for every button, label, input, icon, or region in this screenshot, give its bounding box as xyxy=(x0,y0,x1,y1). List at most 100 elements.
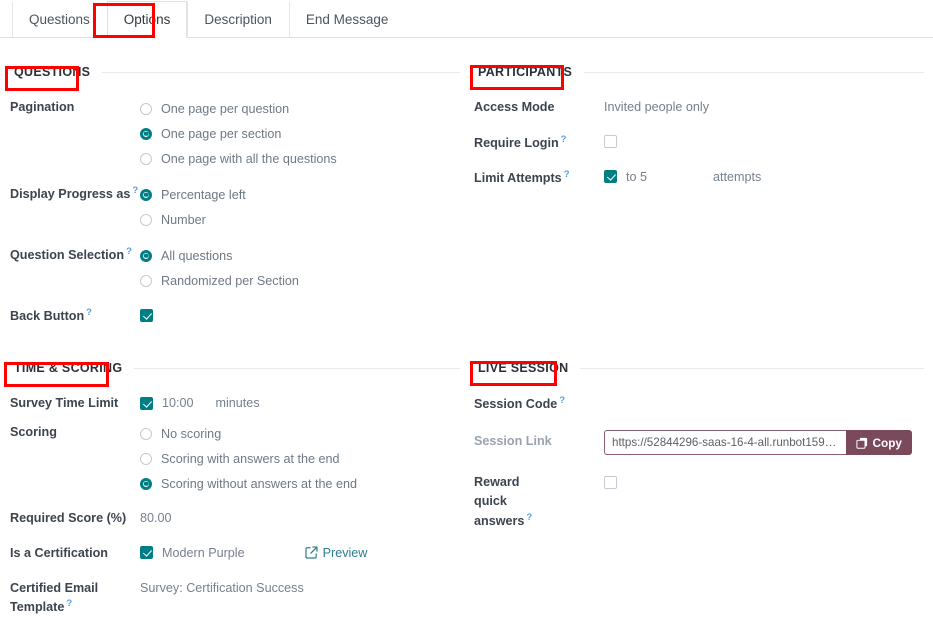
radio-scoring-with-answers[interactable]: Scoring with answers at the end xyxy=(140,446,460,471)
tab-description[interactable]: Description xyxy=(187,0,289,37)
scoring-label: Scoring xyxy=(10,425,57,439)
reward-quick-answers-value xyxy=(604,471,924,493)
field-require-login: Require Login? xyxy=(474,131,924,153)
help-icon[interactable]: ? xyxy=(132,185,138,196)
session-code-value-wrap xyxy=(604,392,924,394)
required-score-value[interactable]: 80.00 xyxy=(140,507,460,529)
field-limit-attempts: Limit Attempts? to 5 attempts xyxy=(474,166,924,188)
question-selection-options: All questions Randomized per Section xyxy=(140,243,460,293)
radio-one-page-per-question[interactable]: One page per question xyxy=(140,96,460,121)
tab-end-message[interactable]: End Message xyxy=(288,0,406,37)
tab-options-label: Options xyxy=(123,11,171,27)
field-survey-time-limit: Survey Time Limit 10:00 minutes xyxy=(10,392,460,414)
back-button-checkbox[interactable] xyxy=(140,308,153,322)
require-login-value xyxy=(604,131,924,153)
help-icon[interactable]: ? xyxy=(66,598,72,609)
tab-description-label: Description xyxy=(204,11,272,27)
radio-percentage-left[interactable]: Percentage left xyxy=(140,182,460,207)
radio-one-page-all-questions[interactable]: One page with all the questions xyxy=(140,146,460,171)
require-login-checkbox[interactable] xyxy=(604,135,617,149)
radio-all-questions[interactable]: All questions xyxy=(140,243,460,268)
limit-attempts-value: to 5 attempts xyxy=(604,166,924,188)
radio-icon-selected[interactable] xyxy=(140,127,152,140)
survey-time-limit-checkbox[interactable] xyxy=(140,396,153,410)
live-session-section: LIVE SESSION Session Code? Session Link xyxy=(474,358,924,540)
external-link-icon xyxy=(304,546,318,559)
certification-template-name[interactable]: Modern Purple xyxy=(162,546,245,560)
tab-questions[interactable]: Questions xyxy=(12,0,107,37)
session-link-input[interactable] xyxy=(604,430,846,456)
radio-icon[interactable] xyxy=(140,102,152,115)
radio-no-scoring[interactable]: No scoring xyxy=(140,421,460,446)
require-login-checkbox-row xyxy=(604,131,924,153)
help-icon[interactable]: ? xyxy=(526,512,532,523)
certified-email-template-value-wrap: Survey: Certification Success xyxy=(140,577,460,599)
limit-attempts-checkbox[interactable] xyxy=(604,170,617,184)
radio-icon[interactable] xyxy=(140,274,152,287)
display-progress-options: Percentage left Number xyxy=(140,182,460,232)
field-pagination: Pagination One page per question One pag… xyxy=(10,96,460,171)
is-certification-row: Modern Purple Preview xyxy=(140,542,460,564)
required-score-value-wrap: 80.00 xyxy=(140,507,460,529)
radio-randomized-per-section[interactable]: Randomized per Section xyxy=(140,268,460,293)
help-icon[interactable]: ? xyxy=(559,395,565,406)
is-certification-value: Modern Purple Preview xyxy=(140,542,460,564)
radio-scoring-without-answers[interactable]: Scoring without answers at the end xyxy=(140,471,460,496)
back-button-checkbox-row xyxy=(140,304,460,326)
required-score-label: Required Score (%) xyxy=(10,511,127,525)
radio-label: All questions xyxy=(161,248,233,263)
field-required-score: Required Score (%) 80.00 xyxy=(10,507,460,529)
field-session-link: Session Link Copy xyxy=(474,430,924,456)
back-button-value xyxy=(140,304,460,326)
participants-section: PARTICIPANTS Access Mode Invited people … xyxy=(474,62,924,197)
limit-attempts-row: to 5 attempts xyxy=(604,166,924,188)
preview-link-label: Preview xyxy=(322,545,368,560)
radio-icon[interactable] xyxy=(140,427,152,440)
preview-link[interactable]: Preview xyxy=(304,545,368,560)
help-icon[interactable]: ? xyxy=(561,134,567,145)
reward-quick-answers-label: Reward quick answers? xyxy=(474,475,533,529)
radio-one-page-per-section[interactable]: One page per section xyxy=(140,121,460,146)
radio-icon-selected[interactable] xyxy=(140,188,152,201)
access-mode-value[interactable]: Invited people only xyxy=(604,96,924,118)
tab-end-message-label: End Message xyxy=(305,11,389,27)
field-back-button: Back Button? xyxy=(10,304,460,326)
survey-time-limit-input[interactable]: 10:00 xyxy=(162,396,194,410)
copy-icon xyxy=(855,437,867,449)
tab-options[interactable]: Options xyxy=(106,0,188,38)
radio-icon-selected[interactable] xyxy=(140,477,152,490)
field-session-code: Session Code? xyxy=(474,392,924,414)
participants-section-title: PARTICIPANTS xyxy=(478,65,573,79)
tab-questions-label: Questions xyxy=(29,11,90,27)
radio-icon[interactable] xyxy=(140,452,152,465)
field-display-progress: Display Progress as? Percentage left Num… xyxy=(10,182,460,232)
radio-label: One page per question xyxy=(161,101,290,116)
help-icon[interactable]: ? xyxy=(126,246,132,257)
session-code-value[interactable] xyxy=(604,392,924,394)
session-code-label: Session Code? xyxy=(474,395,566,412)
is-certification-label: Is a Certification xyxy=(10,545,108,560)
field-access-mode: Access Mode Invited people only xyxy=(474,96,924,118)
pagination-options: One page per question One page per secti… xyxy=(140,96,460,171)
radio-number[interactable]: Number xyxy=(140,207,460,232)
access-mode-label: Access Mode xyxy=(474,100,555,114)
is-certification-checkbox[interactable] xyxy=(140,546,153,560)
radio-icon[interactable] xyxy=(140,213,152,226)
reward-quick-answers-checkbox-row xyxy=(604,471,924,493)
radio-icon-selected[interactable] xyxy=(140,249,152,262)
help-icon[interactable]: ? xyxy=(564,169,570,180)
radio-label: One page with all the questions xyxy=(161,151,337,166)
certified-email-template-label: Certified Email Template? xyxy=(10,580,99,615)
help-icon[interactable]: ? xyxy=(86,307,92,318)
require-login-label: Require Login? xyxy=(474,133,567,150)
radio-icon[interactable] xyxy=(140,152,152,165)
radio-label: Scoring without answers at the end xyxy=(161,476,358,491)
limit-attempts-count[interactable]: to 5 xyxy=(626,170,647,184)
copy-session-link-button[interactable]: Copy xyxy=(845,430,912,456)
reward-quick-answers-checkbox[interactable] xyxy=(604,475,617,489)
questions-section-header: QUESTIONS xyxy=(10,62,460,82)
section-divider xyxy=(134,367,460,369)
limit-attempts-suffix: attempts xyxy=(713,169,762,184)
survey-time-limit-value: 10:00 minutes xyxy=(140,392,460,414)
certified-email-template-value[interactable]: Survey: Certification Success xyxy=(140,577,460,599)
